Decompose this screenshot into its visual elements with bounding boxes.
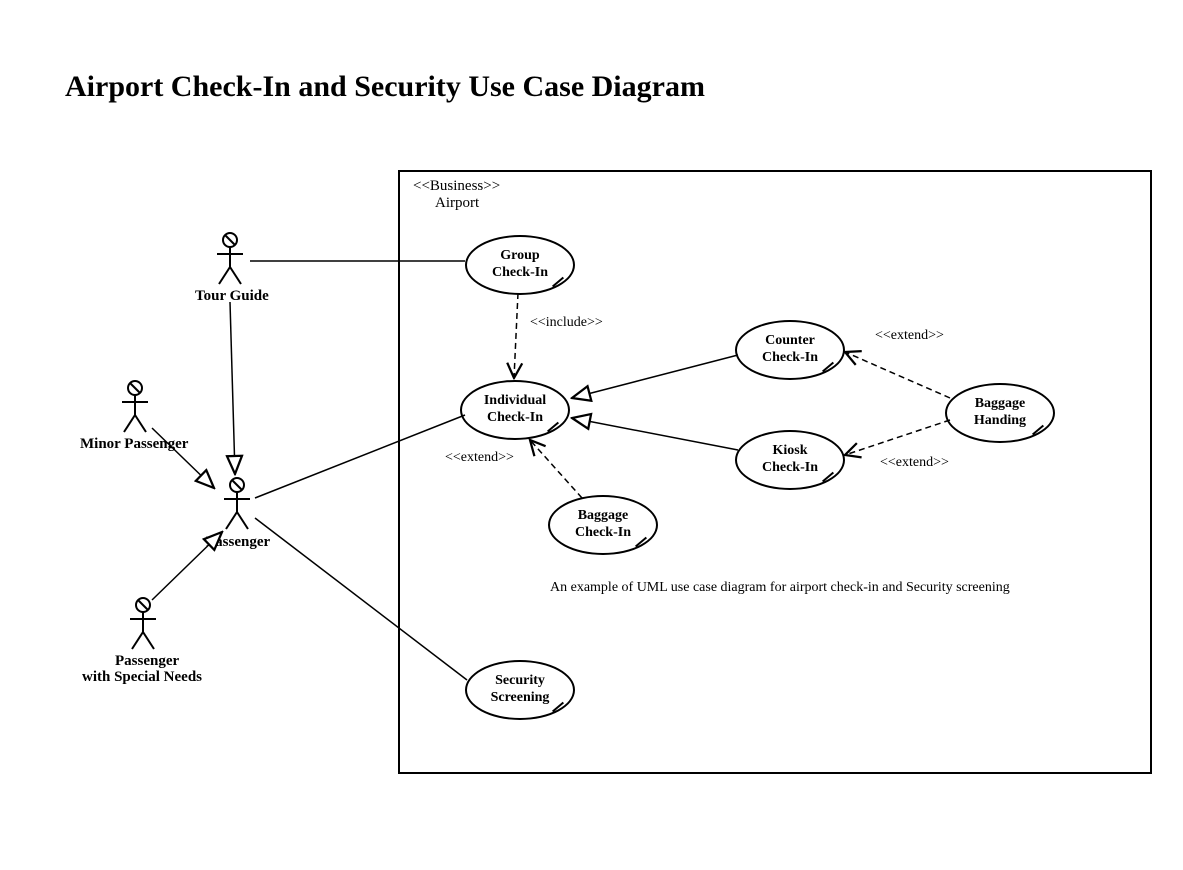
usecase-baggage-handing: BaggageHanding [945, 383, 1055, 443]
usecase-counter-checkin: CounterCheck-In [735, 320, 845, 380]
actor-passenger-special-label-line1: Passenger [115, 653, 179, 670]
actor-passenger-special-label-line2: with Special Needs [82, 669, 202, 686]
actor-minor-passenger-label: Minor Passenger [80, 436, 188, 453]
label-extend-counter: <<extend>> [875, 328, 944, 344]
label-extend-baggage-checkin: <<extend>> [445, 450, 514, 466]
actor-passenger-special [128, 597, 158, 652]
usecase-group-checkin: GroupCheck-In [465, 235, 575, 295]
actor-tour-guide [215, 232, 245, 287]
diagram-title: Airport Check-In and Security Use Case D… [65, 70, 705, 104]
usecase-security-screening: SecurityScreening [465, 660, 575, 720]
label-include: <<include>> [530, 315, 603, 331]
diagram-note: An example of UML use case diagram for a… [550, 580, 1010, 596]
system-name: Airport [435, 195, 479, 212]
actor-tour-guide-label: Tour Guide [195, 288, 269, 305]
actor-passenger [222, 477, 252, 532]
actor-passenger-label: Passenger [206, 534, 270, 551]
usecase-kiosk-checkin: KioskCheck-In [735, 430, 845, 490]
label-extend-kiosk: <<extend>> [880, 455, 949, 471]
usecase-individual-checkin: IndividualCheck-In [460, 380, 570, 440]
system-stereotype: <<Business>> [413, 178, 500, 195]
usecase-baggage-checkin: BaggageCheck-In [548, 495, 658, 555]
actor-minor-passenger [120, 380, 150, 435]
